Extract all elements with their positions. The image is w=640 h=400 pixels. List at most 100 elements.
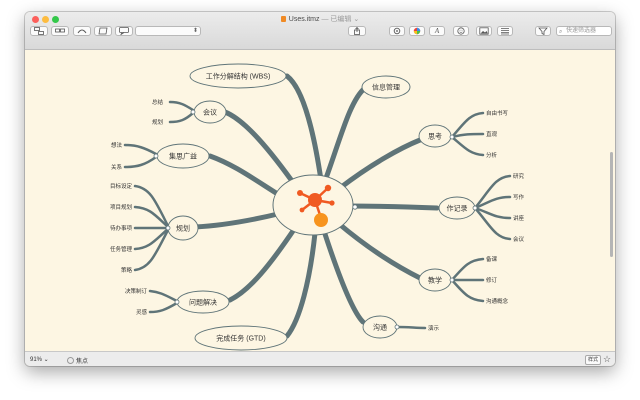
- leaf-problem-inspiration[interactable]: 灵感: [136, 308, 148, 316]
- document-icon: [280, 16, 286, 22]
- callout-button[interactable]: [115, 26, 133, 36]
- star-icon[interactable]: ☆: [603, 354, 611, 365]
- sub-plan-1: [133, 184, 170, 228]
- inspector-button[interactable]: [389, 26, 405, 36]
- status-bar: 91% ⌄ 焦点 样式 ☆: [25, 351, 615, 366]
- leaf-notes-meeting[interactable]: 会议: [513, 235, 525, 243]
- sub-teach-3: [450, 278, 485, 303]
- leaf-plan-goal-setting[interactable]: 目标设定: [110, 182, 133, 190]
- document-title: Uses.itmz — 已编辑 ⌄: [25, 14, 615, 24]
- node-meeting[interactable]: 会议: [190, 100, 227, 124]
- leaf-meeting-planning[interactable]: 规划: [152, 118, 163, 126]
- branch-gtd: [284, 230, 318, 339]
- sub-brainstorm-1: [123, 143, 158, 156]
- sub-teach-1: [450, 257, 485, 282]
- image-button[interactable]: [476, 26, 492, 36]
- filter-button[interactable]: [535, 26, 551, 36]
- leaf-plan-project-planning[interactable]: 项目规划: [110, 203, 132, 211]
- title-bar: Uses.itmz — 已编辑 ⌄ ⬍ A ⌕ 快速筛选器: [25, 12, 615, 50]
- quick-filter-placeholder: 快速筛选器: [566, 28, 597, 34]
- leaf-think-freewriting[interactable]: 自由书写: [486, 109, 509, 117]
- style-button[interactable]: 样式: [585, 355, 601, 365]
- leaf-plan-task-management[interactable]: 任务管理: [110, 245, 133, 253]
- root-collapse-handle[interactable]: [352, 204, 358, 210]
- branch-plan: [192, 210, 285, 230]
- node-teach[interactable]: 教学: [418, 268, 455, 292]
- node-notes[interactable]: 作记录: [438, 196, 478, 220]
- node-plan-label: 规划: [176, 224, 190, 233]
- node-plan[interactable]: 规划: [165, 215, 199, 241]
- funnel-icon: [538, 27, 548, 35]
- insert-topic-button[interactable]: [30, 26, 48, 36]
- quick-filter-input[interactable]: ⌕ 快速筛选器: [556, 26, 612, 36]
- leaf-brainstorm-ideas[interactable]: 想法: [111, 141, 123, 149]
- leaf-teach-revision[interactable]: 修订: [486, 276, 498, 284]
- leaf-think-analysis[interactable]: 分析: [486, 151, 498, 159]
- leaf-meeting-summary[interactable]: 总结: [152, 98, 164, 106]
- node-gtd[interactable]: 完成任务 (GTD): [194, 325, 288, 351]
- zoom-level-dropdown[interactable]: 91% ⌄: [30, 356, 49, 363]
- colors-button[interactable]: [409, 26, 425, 36]
- list-icon: [501, 28, 509, 35]
- leaf-notes-lecture[interactable]: 讲座: [513, 214, 525, 222]
- node-communicate-label: 沟通: [373, 323, 387, 332]
- emoji-button[interactable]: [453, 26, 469, 36]
- mindmap-canvas[interactable]: 工作分解结构 (WBS) 信息管理 会议 集思广益 规划 问题解决 完成任务 (…: [25, 50, 615, 351]
- subtopic-icon: [55, 28, 65, 33]
- leaf-notes-writing[interactable]: 写作: [513, 193, 525, 201]
- node-meeting-label: 会议: [203, 108, 217, 117]
- leaf-notes-research[interactable]: 研究: [513, 172, 525, 180]
- sub-notes-4: [473, 206, 512, 241]
- node-problem-label: 问题解决: [189, 298, 217, 307]
- node-think[interactable]: 思考: [418, 124, 455, 148]
- boundary-icon: [98, 27, 108, 35]
- callout-icon: [119, 27, 129, 35]
- node-notes-label: 作记录: [447, 204, 468, 213]
- node-brainstorm[interactable]: 集思广益: [153, 143, 210, 169]
- mindmap-svg: 工作分解结构 (WBS) 信息管理 会议 集思广益 规划 问题解决 完成任务 (…: [110, 63, 525, 351]
- leaf-plan-strategy[interactable]: 策略: [121, 266, 133, 274]
- leaf-think-intuitive[interactable]: 直观: [486, 130, 498, 138]
- branch-teach: [335, 220, 423, 281]
- sub-brainstorm-2: [123, 155, 158, 169]
- relationship-icon: [77, 29, 87, 34]
- branch-wbs: [284, 73, 324, 183]
- focus-toggle[interactable]: 焦点: [67, 356, 88, 365]
- branch-notes: [342, 203, 440, 211]
- branch-problem: [227, 225, 298, 303]
- outline-view-button[interactable]: [497, 26, 513, 36]
- insert-subtopic-button[interactable]: [51, 26, 69, 36]
- node-communicate[interactable]: 沟通: [362, 315, 400, 339]
- vertical-scrollbar[interactable]: [610, 152, 613, 257]
- share-button[interactable]: [348, 26, 366, 36]
- boundary-button[interactable]: [94, 26, 112, 36]
- node-problem[interactable]: 问题解决: [174, 290, 230, 314]
- leaf-communicate-presentation[interactable]: 演示: [428, 324, 440, 332]
- node-info-label: 信息管理: [372, 83, 400, 92]
- node-wbs[interactable]: 工作分解结构 (WBS): [189, 63, 287, 89]
- edited-indicator[interactable]: — 已编辑 ⌄: [320, 16, 359, 23]
- sub-plan-5: [133, 228, 170, 272]
- node-brainstorm-label: 集思广益: [169, 152, 197, 161]
- sub-think-3: [450, 135, 485, 157]
- focus-label: 焦点: [76, 359, 89, 365]
- sub-think-2: [450, 132, 485, 139]
- node-think-label: 思考: [428, 133, 442, 141]
- gear-icon: [393, 27, 401, 35]
- leaf-brainstorm-relations[interactable]: 关系: [111, 163, 123, 171]
- style-dropdown[interactable]: ⬍: [135, 26, 201, 36]
- dropdown-chevron-icon: ⬍: [192, 28, 198, 34]
- node-wbs-label: 工作分解结构 (WBS): [206, 72, 271, 81]
- leaf-teach-lesson-prep[interactable]: 备课: [486, 255, 498, 263]
- picture-icon: [479, 27, 489, 35]
- node-info[interactable]: 信息管理: [361, 75, 411, 99]
- node-teach-label: 教学: [428, 276, 442, 285]
- sub-communicate-1: [395, 325, 427, 330]
- topic-icon: [34, 27, 44, 35]
- leaf-teach-communicate-concepts[interactable]: 沟通概念: [486, 297, 509, 305]
- leaf-plan-todo[interactable]: 待办事项: [110, 224, 133, 232]
- leaf-problem-decision[interactable]: 决策制订: [125, 287, 148, 295]
- relationship-button[interactable]: [73, 26, 91, 36]
- focus-circle-icon: [67, 357, 74, 364]
- fonts-button[interactable]: A: [429, 26, 445, 36]
